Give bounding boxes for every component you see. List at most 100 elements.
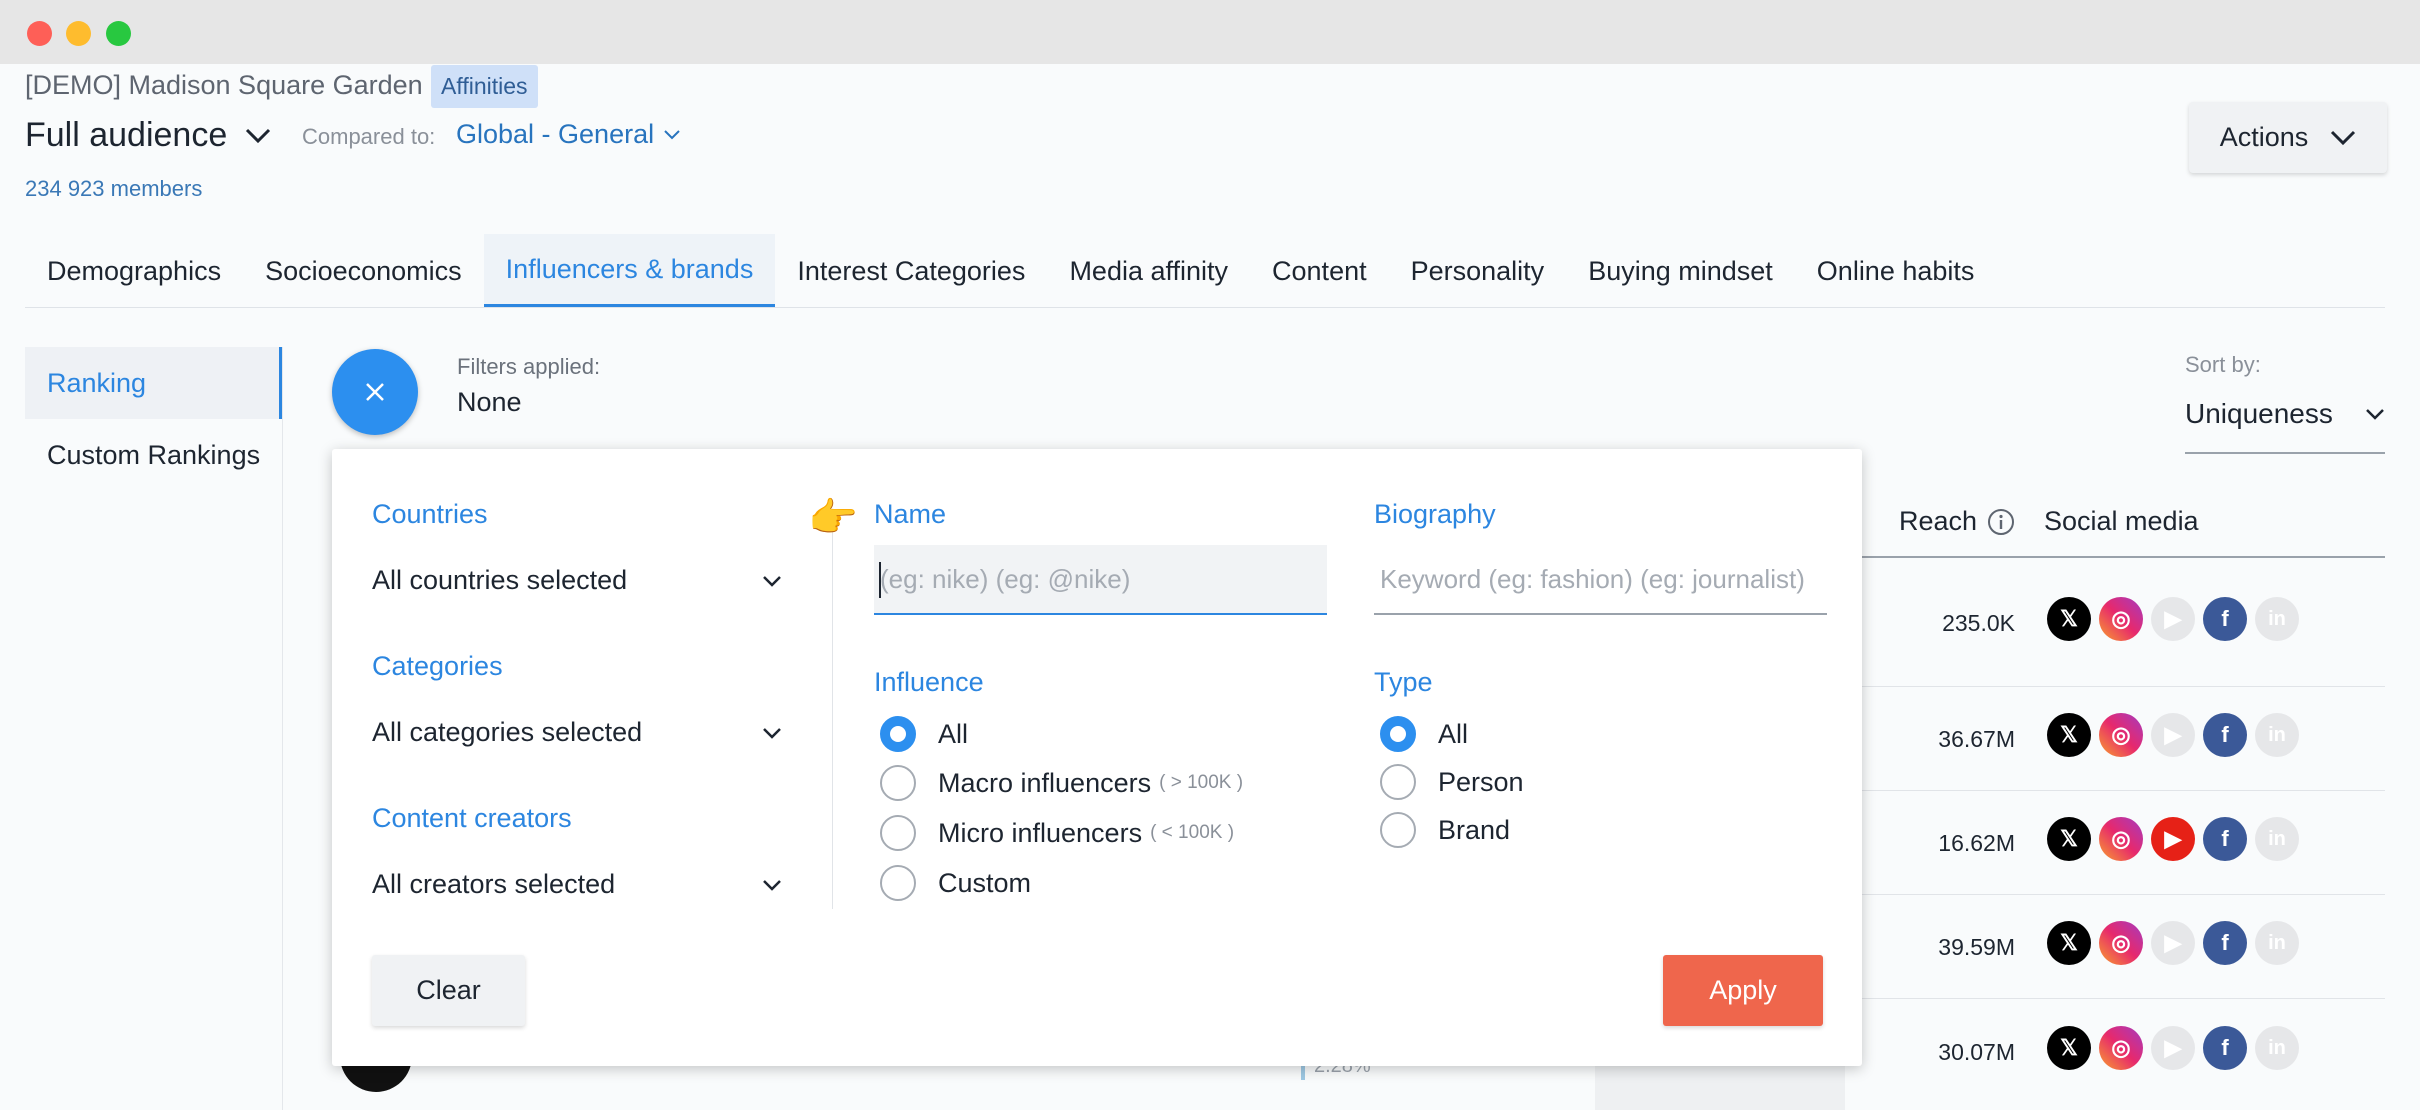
influence-option-macro[interactable]: Macro influencers ( > 100K )	[880, 765, 1243, 801]
row-divider	[1860, 790, 2385, 791]
sidebar-item-custom-rankings[interactable]: Custom Rankings	[25, 419, 283, 491]
info-icon[interactable]	[1987, 508, 2015, 536]
social-icons: 𝕏 ◎ ▶ f in	[2047, 597, 2299, 641]
radio-unchecked-icon	[880, 865, 916, 901]
sort-by-value: Uniqueness	[2185, 398, 2333, 429]
close-window-button[interactable]	[27, 21, 52, 46]
linkedin-icon: in	[2255, 921, 2299, 965]
x-icon[interactable]: 𝕏	[2047, 713, 2091, 757]
row-divider	[1860, 998, 2385, 999]
radio-unchecked-icon	[1380, 812, 1416, 848]
influence-option-micro[interactable]: Micro influencers ( < 100K )	[880, 815, 1234, 851]
categories-select[interactable]: All categories selected	[372, 717, 782, 748]
type-option-all[interactable]: All	[1380, 716, 1468, 752]
reach-value: 235.0K	[1942, 610, 2015, 636]
tab-socioeconomics[interactable]: Socioeconomics	[243, 234, 484, 308]
sidebar: Ranking Custom Rankings	[25, 347, 283, 491]
sidebar-item-ranking[interactable]: Ranking	[25, 347, 283, 419]
content-creators-select[interactable]: All creators selected	[372, 869, 782, 900]
chevron-down-icon	[2331, 130, 2356, 145]
youtube-icon: ▶	[2151, 597, 2195, 641]
tab-personality[interactable]: Personality	[1389, 234, 1567, 308]
facebook-icon[interactable]: f	[2203, 817, 2247, 861]
sidebar-divider	[282, 347, 283, 1110]
influence-option-all[interactable]: All	[880, 716, 968, 752]
tab-influencers-brands[interactable]: Influencers & brands	[483, 234, 776, 308]
instagram-icon[interactable]: ◎	[2099, 713, 2143, 757]
x-icon[interactable]: 𝕏	[2047, 597, 2091, 641]
linkedin-icon: in	[2255, 713, 2299, 757]
facebook-icon[interactable]: f	[2203, 597, 2247, 641]
biography-input[interactable]	[1374, 545, 1827, 615]
social-icons: 𝕏 ◎ ▶ f in	[2047, 713, 2299, 757]
youtube-icon[interactable]: ▶	[2151, 817, 2195, 861]
compared-to-label: Compared to:	[302, 124, 436, 149]
type-option-person[interactable]: Person	[1380, 764, 1524, 800]
chevron-down-icon	[664, 129, 680, 139]
filters-applied-value: None	[457, 387, 522, 417]
facebook-icon[interactable]: f	[2203, 921, 2247, 965]
reach-value: 30.07M	[1938, 1039, 2015, 1065]
audience-selector[interactable]: Full audience	[25, 116, 271, 155]
reach-header-label: Reach	[1899, 506, 1978, 536]
influence-option-custom[interactable]: Custom	[880, 865, 1031, 901]
instagram-icon[interactable]: ◎	[2099, 921, 2143, 965]
radio-unchecked-icon	[880, 815, 916, 851]
members-count: 234 923 members	[25, 176, 203, 201]
chevron-down-icon	[246, 128, 271, 143]
maximize-window-button[interactable]	[106, 21, 131, 46]
sort-by-select[interactable]: Uniqueness	[2185, 398, 2385, 430]
chevron-down-icon	[2366, 409, 2384, 420]
tab-online-habits[interactable]: Online habits	[1795, 234, 1997, 308]
minimize-window-button[interactable]	[66, 21, 91, 46]
countries-label: Countries	[372, 499, 488, 529]
main-tabs: Demographics Socioeconomics Influencers …	[25, 234, 1996, 308]
biography-label: Biography	[1374, 499, 1496, 529]
affinities-badge: Affinities	[431, 65, 538, 108]
reach-value: 16.62M	[1938, 830, 2015, 856]
countries-select[interactable]: All countries selected	[372, 565, 782, 596]
instagram-icon[interactable]: ◎	[2099, 817, 2143, 861]
row-divider	[1860, 894, 2385, 895]
tab-content[interactable]: Content	[1250, 234, 1389, 308]
close-filters-button[interactable]	[332, 349, 418, 435]
apply-button[interactable]: Apply	[1663, 955, 1823, 1026]
clear-button[interactable]: Clear	[372, 955, 525, 1026]
x-icon[interactable]: 𝕏	[2047, 817, 2091, 861]
type-option-label: Person	[1438, 766, 1524, 797]
influence-option-label: Custom	[938, 867, 1032, 898]
actions-button[interactable]: Actions	[2189, 102, 2387, 173]
influence-option-hint: ( < 100K )	[1150, 822, 1235, 843]
tab-demographics[interactable]: Demographics	[25, 234, 243, 308]
youtube-icon: ▶	[2151, 1026, 2195, 1070]
chevron-down-icon	[763, 879, 781, 891]
panel-divider	[832, 509, 833, 909]
actions-label: Actions	[2219, 122, 2309, 152]
linkedin-icon: in	[2255, 817, 2299, 861]
x-icon[interactable]: 𝕏	[2047, 1026, 2091, 1070]
instagram-icon[interactable]: ◎	[2099, 1026, 2143, 1070]
name-label: Name	[874, 499, 947, 529]
compared-to-selector[interactable]: Global - General	[456, 119, 680, 150]
type-option-brand[interactable]: Brand	[1380, 812, 1510, 848]
social-icons: 𝕏 ◎ ▶ f in	[2047, 921, 2299, 965]
linkedin-icon: in	[2255, 1026, 2299, 1070]
name-input[interactable]	[874, 545, 1327, 615]
social-media-header: Social media	[2044, 506, 2199, 536]
x-icon[interactable]: 𝕏	[2047, 921, 2091, 965]
text-cursor	[879, 562, 881, 598]
facebook-icon[interactable]: f	[2203, 1026, 2247, 1070]
content-creators-label: Content creators	[372, 803, 572, 833]
instagram-icon[interactable]: ◎	[2099, 597, 2143, 641]
pointing-hand-icon: 👉	[808, 496, 858, 540]
tab-buying-mindset[interactable]: Buying mindset	[1566, 234, 1795, 308]
tab-media-affinity[interactable]: Media affinity	[1047, 234, 1250, 308]
type-label: Type	[1374, 667, 1433, 697]
reach-header[interactable]: Reach	[1899, 506, 2015, 537]
radio-checked-icon	[1380, 716, 1416, 752]
categories-label: Categories	[372, 651, 503, 681]
content-creators-value: All creators selected	[372, 869, 616, 899]
facebook-icon[interactable]: f	[2203, 713, 2247, 757]
tab-interest-categories[interactable]: Interest Categories	[775, 234, 1047, 308]
chevron-down-icon	[763, 575, 781, 587]
